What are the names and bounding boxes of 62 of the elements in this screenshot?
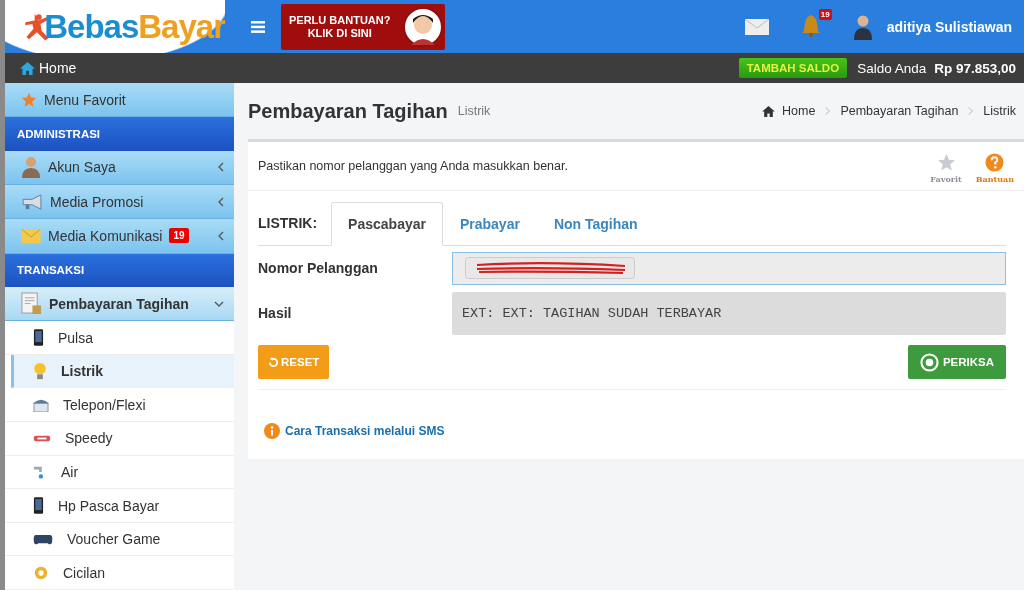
support-agent-icon [403,6,443,47]
sidebar-item[interactable]: Menu Favorit [5,83,234,118]
submenu-item[interactable]: Listrik [11,354,234,389]
chevron-left-icon [218,230,224,241]
count-badge: 19 [169,228,189,244]
field-label: Hasil [258,304,293,321]
sidebar-section-title: TRANSAKSI [5,253,234,287]
submenu-item[interactable]: Telepon/Flexi [5,388,234,423]
submenu-item[interactable]: Speedy [5,422,234,456]
breadcrumb-link[interactable]: Home [782,104,816,118]
submenu-item[interactable]: Cicilan [5,556,234,590]
document-icon [21,292,42,316]
notification-badge: 19 [818,8,832,20]
balance-label: Saldo Anda [857,60,927,76]
chevron-right-icon [825,107,831,115]
sidebar-item[interactable]: Media Komunikasi 19 [5,219,234,254]
telephone-icon [33,397,49,412]
menu-icon[interactable] [251,20,265,33]
help-icon [985,152,1005,172]
undo-icon [268,356,279,368]
page-subtitle: Listrik [457,104,491,118]
target-icon [919,352,939,372]
home-icon[interactable] [762,105,776,117]
info-icon [264,423,280,439]
chevron-left-icon [218,196,224,207]
star-icon [21,91,37,108]
balance-amount: Rp 97.853,00 [934,60,1016,76]
phone-icon [33,329,44,347]
sidebar-item[interactable]: Pembayaran Tagihan [5,286,234,322]
sms-help-link[interactable]: Cara Transaksi melalui SMS [285,424,445,438]
submenu-item[interactable]: Hp Pasca Bayar [5,489,234,523]
notice-text: Pastikan nomor pelanggan yang Anda masukkan benar. [258,159,568,173]
sidebar-section-title: ADMINISTRASI [5,117,234,151]
star-icon [936,152,956,172]
tab[interactable]: Non Tagihan [536,202,655,246]
breadcrumb-link[interactable]: Listrik [983,104,1016,118]
megaphone-icon [21,193,43,210]
tab[interactable]: Pascabayar [331,202,443,246]
check-button[interactable]: PERIKSA [907,345,1006,379]
submenu-item[interactable]: Voucher Game [5,522,234,557]
sidebar-item[interactable]: Akun Saya [5,150,234,185]
submenu-item[interactable]: Pulsa [5,321,234,355]
phone-icon [33,497,44,515]
lightbulb-icon [33,361,47,381]
user-avatar-icon[interactable] [852,13,873,40]
user-name[interactable]: aditiya Sulistiawan [886,18,1012,35]
home-link[interactable]: Home [39,60,77,76]
chevron-down-icon [214,300,224,307]
breadcrumb-link[interactable]: Pembayaran Tagihan [840,104,959,118]
envelope-icon [21,228,41,243]
chevron-right-icon [968,107,974,115]
sidebar-item[interactable]: Media Promosi [5,185,234,220]
input-field[interactable] [452,251,1006,285]
mail-icon[interactable] [744,18,769,35]
user-icon [21,156,41,179]
help-banner[interactable]: PERLU BANTUAN? KLIK DI SINI [281,3,445,50]
tab[interactable]: Prabayar [442,202,537,246]
field-label: Nomor Pelanggan [258,260,379,276]
tabs-label: LISTRIK: [258,215,318,231]
page-title: Pembayaran Tagihan [248,99,448,123]
result-field: EXT: EXT: TAGIHAN SUDAH TERBAYAR [452,292,1006,335]
chevron-left-icon [218,162,224,173]
